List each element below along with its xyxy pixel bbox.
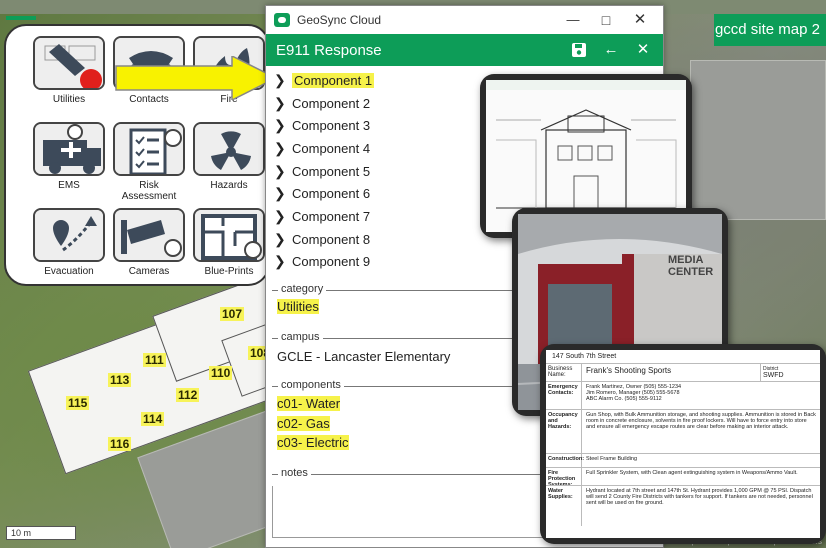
close-form-icon[interactable]: ✕ <box>633 41 653 59</box>
document-card[interactable]: 147 South 7th Street Business Name: Fran… <box>540 344 826 544</box>
room-label[interactable]: 115 <box>66 396 90 410</box>
doc-row-text: Hydrant located at 7th street and 147th … <box>586 488 813 506</box>
component-label: Component 5 <box>292 163 371 179</box>
category-label: Utilities <box>52 94 86 105</box>
doc-row-label: Emergency Contacts: <box>546 382 582 409</box>
risk-assessment-icon <box>113 122 185 176</box>
doc-district: SWFD <box>763 372 784 379</box>
chevron-right-icon: ❯ <box>274 139 286 156</box>
doc-row: Emergency Contacts: Frank Martinez, Owne… <box>546 382 820 410</box>
doc-district-cell: District SWFD <box>760 364 820 381</box>
component-tag: c02- Gas <box>277 416 330 431</box>
doc-row-label: Water Supplies: <box>546 486 582 526</box>
room-label[interactable]: 114 <box>141 412 165 426</box>
doc-row-label: Construction: <box>546 454 584 467</box>
doc-row: Fire Protection Systems: Full Sprinkler … <box>546 468 820 486</box>
category-label: Risk Assessment <box>121 180 177 202</box>
maximize-icon[interactable]: □ <box>596 12 616 28</box>
ems-icon <box>33 122 105 176</box>
form-title: E911 Response <box>276 41 382 59</box>
geosync-app-icon <box>274 13 290 27</box>
category-legend: category <box>278 283 327 295</box>
cameras-icon <box>113 208 185 262</box>
component-label: Component 9 <box>292 254 371 270</box>
chevron-right-icon: ❯ <box>274 71 286 88</box>
doc-address: 147 South 7th Street <box>546 350 820 364</box>
map-scale: 10 m <box>6 526 76 540</box>
room-label[interactable]: 112 <box>176 388 200 402</box>
component-label: Component 1 <box>292 72 375 88</box>
blueprints-icon <box>193 208 265 262</box>
notes-legend: notes <box>278 467 311 479</box>
chevron-right-icon: ❯ <box>274 253 286 270</box>
category-label: EMS <box>58 180 80 191</box>
component-tag: c01- Water <box>277 396 341 411</box>
doc-row-label: Occupancy and Hazards: <box>546 410 582 453</box>
room-label[interactable]: 116 <box>108 437 132 451</box>
doc-row-text: Steel Frame Building <box>586 456 638 462</box>
category-tile-utilities[interactable]: Utilities <box>29 36 109 105</box>
chevron-right-icon: ❯ <box>274 162 286 179</box>
doc-row-text: Frank Martinez, Owner (505) 555-1234 Jim… <box>586 384 682 402</box>
hazards-icon <box>193 122 265 176</box>
map-title: gccd site map 2 <box>714 21 820 38</box>
category-tile-risk-assessment[interactable]: Risk Assessment <box>109 122 189 202</box>
room-label[interactable]: 107 <box>220 307 245 321</box>
category-tile-blueprints[interactable]: Blue-Prints <box>189 208 269 277</box>
doc-business-name: Frank's Shooting Sports <box>586 366 672 375</box>
campus-value: GCLE - Lancaster Elementary <box>277 349 451 364</box>
doc-business-label: Business Name: <box>546 364 582 381</box>
component-label: Component 4 <box>292 140 371 156</box>
chevron-right-icon: ❯ <box>274 230 286 247</box>
save-icon[interactable] <box>569 41 589 59</box>
form-header: E911 Response ← ✕ <box>266 34 663 66</box>
chevron-right-icon: ❯ <box>274 117 286 134</box>
campus-legend: campus <box>278 331 323 343</box>
components-legend: components <box>278 379 344 391</box>
window-titlebar: GeoSync Cloud — □ ✕ <box>266 6 663 34</box>
doc-row: Occupancy and Hazards: Gun Shop, with Bu… <box>546 410 820 454</box>
doc-row-text: Gun Shop, with Bulk Ammunition storage, … <box>586 412 816 430</box>
component-label: Component 8 <box>292 231 371 247</box>
component-label: Component 6 <box>292 186 371 202</box>
component-label: Component 3 <box>292 118 371 134</box>
component-tag: c03- Electric <box>277 435 349 450</box>
chevron-right-icon: ❯ <box>274 185 286 202</box>
category-label: Cameras <box>128 266 170 277</box>
category-label: Hazards <box>210 180 248 191</box>
utilities-icon <box>33 36 105 90</box>
pointer-arrow <box>115 56 278 100</box>
doc-row-label: Fire Protection Systems: <box>546 468 582 485</box>
component-label: Component 2 <box>292 95 371 111</box>
doc-row: Construction: Steel Frame Building <box>546 454 820 468</box>
chevron-right-icon: ❯ <box>274 94 286 111</box>
close-window-icon[interactable]: ✕ <box>630 12 650 28</box>
parking-lot <box>690 60 826 220</box>
room-label[interactable]: 111 <box>143 353 166 367</box>
category-tile-ems[interactable]: EMS <box>29 122 109 191</box>
category-tile-evacuation[interactable]: Evacuation <box>29 208 109 277</box>
category-tile-cameras[interactable]: Cameras <box>109 208 189 277</box>
chevron-right-icon: ❯ <box>274 207 286 224</box>
back-arrow-icon[interactable]: ← <box>601 41 621 59</box>
evacuation-icon <box>33 208 105 262</box>
room-label[interactable]: 113 <box>108 373 132 387</box>
doc-business-row: Business Name: Frank's Shooting Sports D… <box>546 364 820 382</box>
room-label[interactable]: 110 <box>209 366 233 380</box>
component-label: Component 7 <box>292 208 371 224</box>
category-label: Evacuation <box>44 266 94 277</box>
pre-plan-document: 147 South 7th Street Business Name: Fran… <box>546 350 820 538</box>
category-tile-hazards[interactable]: Hazards <box>189 122 269 191</box>
doc-row: Water Supplies: Hydrant located at 7th s… <box>546 486 820 526</box>
media-center-sign: MEDIA CENTER <box>668 254 714 278</box>
category-value: Utilities <box>277 299 319 314</box>
category-panel: Utilities Contacts Fire EMS Risk Assessm… <box>4 24 278 286</box>
category-label: Blue-Prints <box>204 266 254 277</box>
app-title: GeoSync Cloud <box>297 13 382 27</box>
minimize-icon[interactable]: — <box>563 12 583 28</box>
doc-row-text: Full Sprinkler System, with Clean agent … <box>586 470 798 476</box>
